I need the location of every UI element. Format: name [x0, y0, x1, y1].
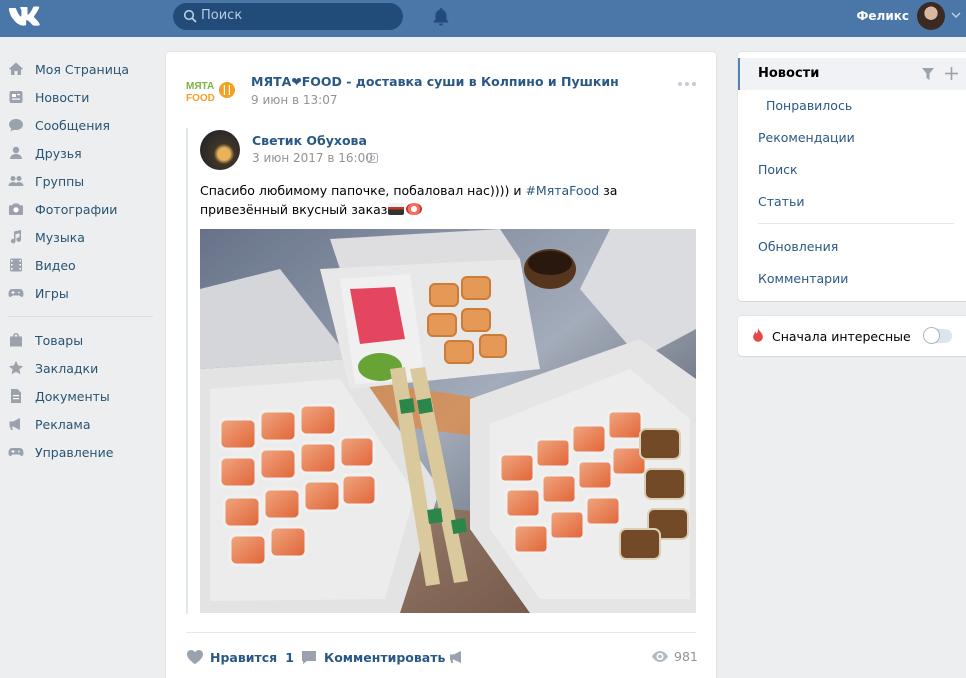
sidebar-item-label: Закладки	[35, 360, 99, 376]
filter-item-liked[interactable]: Понравилось	[766, 98, 852, 113]
document-icon	[11, 389, 21, 403]
filter-icon[interactable]	[922, 68, 934, 80]
group-logo[interactable]: МЯТА FOOD	[186, 78, 236, 104]
sidebar-item-label: Группы	[35, 173, 85, 189]
sushi-roll-emoji-icon	[406, 203, 423, 215]
post-text-part: Спасибо любимому папочке, побаловал нас)…	[200, 183, 526, 198]
fire-icon	[753, 328, 763, 342]
eye-icon	[652, 651, 668, 662]
sidebar-item-label: Друзья	[35, 145, 82, 161]
sidebar-item-video[interactable]: Видео	[0, 251, 160, 279]
friends-icon	[10, 146, 22, 159]
filter-item-updates[interactable]: Обновления	[758, 239, 838, 254]
sidebar-item-label: Управление	[35, 444, 114, 460]
feed-filter-menu: Новости Понравилось Рекомендации Поиск С…	[738, 52, 966, 301]
like-count: 1	[285, 649, 294, 665]
filter-item-comments[interactable]: Комментарии	[758, 271, 848, 286]
group-title-link[interactable]: МЯТА❤FOOD - доставка суши в Колпино и Пу…	[251, 74, 619, 89]
left-sidebar: Моя Страница Новости Сообщения Друзья Гр…	[0, 55, 160, 466]
home-icon	[9, 62, 23, 75]
sidebar-item-groups[interactable]: Группы	[0, 167, 160, 195]
svg-text:FOOD: FOOD	[186, 93, 215, 104]
filter-item-label: Новости	[758, 66, 820, 81]
sidebar-item-photos[interactable]: Фотографии	[0, 195, 160, 223]
sidebar-item-label: Игры	[35, 285, 69, 301]
sidebar-item-market[interactable]: Товары	[0, 326, 160, 354]
bell-icon[interactable]	[432, 7, 450, 26]
top-bar: Поиск Феликс	[0, 0, 966, 37]
sidebar-item-messages[interactable]: Сообщения	[0, 111, 160, 139]
sushi-emoji-icon	[388, 203, 405, 215]
sidebar-item-label: Новости	[35, 89, 90, 105]
sidebar-item-label: Сообщения	[35, 117, 111, 133]
sidebar-item-games[interactable]: Игры	[0, 279, 160, 307]
sidebar-item-label: Реклама	[35, 416, 91, 432]
sidebar-item-ads[interactable]: Реклама	[0, 410, 160, 438]
bag-icon	[10, 333, 22, 347]
filter-item-articles[interactable]: Статьи	[758, 194, 804, 209]
filter-item-recommendations[interactable]: Рекомендации	[758, 130, 855, 145]
interesting-first-toggle[interactable]	[924, 328, 952, 343]
sidebar-item-label: Товары	[35, 332, 84, 348]
sidebar-item-label: Музыка	[35, 229, 85, 245]
sidebar-item-label: Документы	[35, 388, 110, 404]
heart-icon	[187, 650, 203, 664]
comment-button[interactable]: Комментировать	[300, 649, 445, 665]
repost-author-link[interactable]: Светик Обухова	[252, 133, 367, 148]
camera-icon	[9, 203, 23, 215]
filter-divider	[758, 223, 954, 224]
interesting-first-label: Сначала интересные	[772, 329, 911, 344]
messages-icon	[9, 119, 23, 132]
repost-indicator	[186, 128, 188, 614]
plus-icon[interactable]	[945, 67, 958, 80]
sidebar-divider	[8, 316, 153, 317]
sidebar-item-music[interactable]: Музыка	[0, 223, 160, 251]
gamepad-icon	[8, 289, 24, 297]
search-icon	[183, 9, 197, 23]
gamepad-icon	[8, 448, 24, 456]
post-text: Спасибо любимому папочке, побаловал нас)…	[200, 181, 690, 219]
groups-icon	[8, 176, 24, 186]
music-note-icon	[10, 230, 22, 244]
more-options-icon[interactable]	[677, 81, 697, 87]
filter-item-search[interactable]: Поиск	[758, 162, 798, 177]
repost-author-avatar[interactable]	[200, 130, 240, 170]
views-count: 981	[674, 649, 698, 664]
sidebar-item-friends[interactable]: Друзья	[0, 139, 160, 167]
comment-label: Комментировать	[324, 649, 446, 665]
sidebar-item-manage[interactable]: Управление	[0, 438, 160, 466]
instagram-icon	[367, 153, 378, 163]
feed-post: МЯТА FOOD МЯТА❤FOOD - доставка суши в Ко…	[166, 52, 716, 678]
star-icon	[9, 361, 23, 375]
megaphone-icon	[9, 418, 20, 430]
like-button[interactable]: Нравится 1	[186, 649, 294, 665]
sidebar-item-my-page[interactable]: Моя Страница	[0, 55, 160, 83]
username[interactable]: Феликс	[857, 9, 910, 23]
interesting-first-box: Сначала интересные	[738, 316, 966, 356]
post-date[interactable]: 9 июн в 13:07	[251, 93, 337, 107]
avatar[interactable]	[917, 2, 945, 30]
sidebar-item-label: Фотографии	[35, 201, 118, 217]
sidebar-item-bookmarks[interactable]: Закладки	[0, 354, 160, 382]
hashtag-link[interactable]: #МятаFood	[525, 183, 599, 198]
news-icon	[9, 91, 23, 103]
post-photo[interactable]	[200, 229, 696, 613]
post-actions-divider	[186, 632, 696, 633]
film-icon	[10, 258, 22, 272]
chevron-down-icon[interactable]	[951, 12, 961, 18]
sidebar-item-label: Моя Страница	[35, 61, 129, 77]
search-placeholder: Поиск	[201, 8, 243, 23]
like-label: Нравится	[210, 649, 278, 665]
vk-logo-icon[interactable]	[8, 5, 42, 27]
comment-icon	[302, 651, 316, 664]
megaphone-icon	[450, 651, 461, 663]
svg-text:МЯТА: МЯТА	[186, 81, 214, 92]
share-button[interactable]	[448, 649, 472, 665]
sidebar-item-news[interactable]: Новости	[0, 83, 160, 111]
views-counter: 981	[652, 649, 698, 664]
search-input[interactable]: Поиск	[173, 3, 403, 30]
sidebar-item-documents[interactable]: Документы	[0, 382, 160, 410]
repost-date[interactable]: 3 июн 2017 в 16:00	[252, 151, 373, 165]
sidebar-item-label: Видео	[35, 257, 76, 273]
